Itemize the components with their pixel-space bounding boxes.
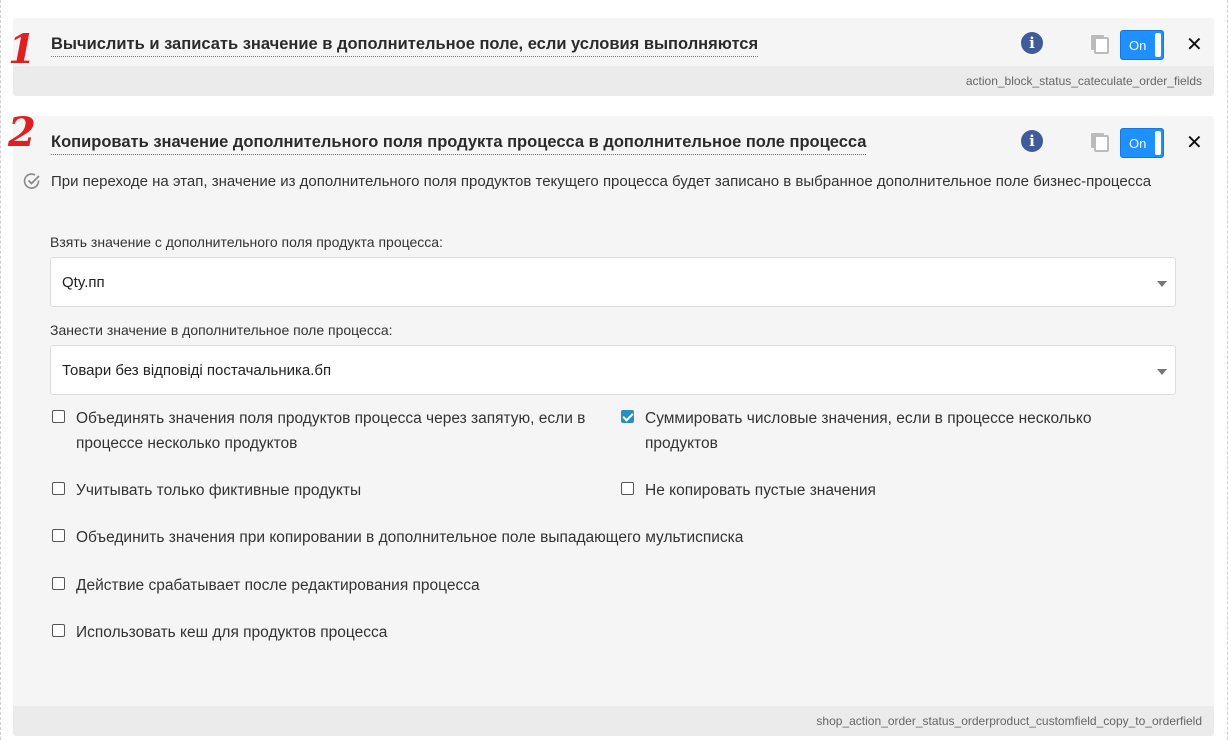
- close-icon[interactable]: ✕: [1186, 32, 1203, 57]
- option-use-cache[interactable]: Использовать кеш для продуктов процесса: [52, 620, 1052, 645]
- option-merge-multiselect[interactable]: Объединить значения при копировании в до…: [52, 525, 1052, 550]
- checkbox[interactable]: [52, 410, 65, 423]
- block-title[interactable]: Вычислить и записать значение в дополнит…: [51, 35, 759, 57]
- checkbox[interactable]: [52, 577, 65, 590]
- checkbox[interactable]: [621, 482, 634, 495]
- option-label: Объединять значения поля продуктов проце…: [76, 410, 586, 452]
- action-description: При переходе на этап, значение из дополн…: [51, 173, 1152, 190]
- checkbox[interactable]: [52, 529, 65, 542]
- source-field-label: Взять значение с дополнительного поля пр…: [50, 234, 443, 250]
- checkbox[interactable]: [621, 410, 634, 423]
- enable-toggle[interactable]: On: [1120, 128, 1164, 158]
- option-label: Действие срабатывает после редактировани…: [76, 577, 480, 594]
- option-after-edit[interactable]: Действие срабатывает после редактировани…: [52, 573, 1052, 598]
- chevron-down-icon: [1157, 281, 1167, 287]
- option-join-comma[interactable]: Объединять значения поля продуктов проце…: [52, 406, 612, 456]
- checkbox[interactable]: [52, 624, 65, 637]
- toggle-knob: [1155, 33, 1161, 57]
- source-field-select[interactable]: Qty.пп: [50, 257, 1176, 307]
- select-value: Товари без відповіді постачальника.бп: [62, 362, 332, 379]
- toggle-label: On: [1129, 136, 1147, 151]
- copy-icon[interactable]: [1089, 33, 1111, 55]
- annotation-step-1: 1: [8, 26, 36, 73]
- option-skip-empty[interactable]: Не копировать пустые значения: [621, 478, 1141, 503]
- copy-icon[interactable]: [1089, 131, 1111, 153]
- block-footer: action_block_status_cateculate_order_fie…: [13, 66, 1214, 96]
- option-label: Не копировать пустые значения: [645, 482, 876, 499]
- option-label: Учитывать только фиктивные продукты: [76, 482, 362, 499]
- close-icon[interactable]: ✕: [1186, 130, 1203, 155]
- option-label: Суммировать числовые значения, если в пр…: [645, 410, 1092, 452]
- page-frame-left: [0, 0, 1, 740]
- select-value: Qty.пп: [62, 274, 105, 291]
- action-block-copy-field: Копировать значение дополнительного поля…: [13, 116, 1214, 736]
- block-footer: shop_action_order_status_orderproduct_cu…: [13, 706, 1214, 736]
- toggle-knob: [1155, 131, 1161, 155]
- enable-toggle[interactable]: On: [1120, 30, 1164, 60]
- action-code: action_block_status_cateculate_order_fie…: [965, 74, 1202, 88]
- option-label: Объединить значения при копировании в до…: [76, 529, 744, 546]
- info-icon[interactable]: i: [1021, 32, 1043, 54]
- option-fictive-only[interactable]: Учитывать только фиктивные продукты: [52, 478, 612, 503]
- annotation-step-2: 2: [8, 109, 36, 156]
- block-title[interactable]: Копировать значение дополнительного поля…: [51, 133, 867, 155]
- check-circle-icon: [23, 173, 40, 189]
- info-icon[interactable]: i: [1021, 130, 1043, 152]
- toggle-label: On: [1129, 38, 1147, 53]
- target-field-select[interactable]: Товари без відповіді постачальника.бп: [50, 345, 1176, 395]
- target-field-label: Занести значение в дополнительное поле п…: [50, 322, 393, 338]
- chevron-down-icon: [1157, 369, 1167, 375]
- action-code: shop_action_order_status_orderproduct_cu…: [816, 714, 1202, 728]
- option-sum-numeric[interactable]: Суммировать числовые значения, если в пр…: [621, 406, 1141, 456]
- checkbox[interactable]: [52, 482, 65, 495]
- action-block-calculate: Вычислить и записать значение в дополнит…: [13, 18, 1214, 96]
- option-label: Использовать кеш для продуктов процесса: [76, 624, 388, 641]
